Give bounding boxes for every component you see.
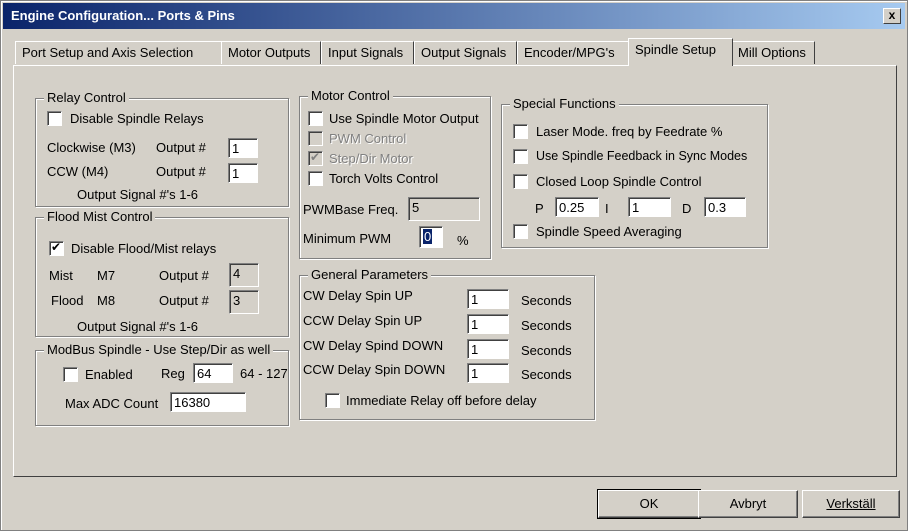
modbus-title: ModBus Spindle - Use Step/Dir as well [44,342,274,357]
max-adc-field[interactable]: 16380 [170,392,246,412]
flood-output-field[interactable]: 3 [229,290,259,314]
pwm-base-field[interactable]: 5 [408,197,480,221]
closed-loop-label: Closed Loop Spindle Control [536,174,702,189]
pwm-control-checkbox[interactable] [308,131,323,146]
flood-label: Flood [51,293,84,308]
ccw-spin-down-field[interactable]: 1 [467,363,509,383]
tab-spindle-setup[interactable]: Spindle Setup [628,38,733,66]
tab-output-signals[interactable]: Output Signals [414,41,517,64]
relay-signals-note: Output Signal #'s 1-6 [77,187,198,202]
i-label: I [605,201,609,216]
flood-signals-note: Output Signal #'s 1-6 [77,319,198,334]
pwm-control-label: PWM Control [329,131,407,146]
min-pwm-field[interactable]: 0 [419,226,443,248]
reg-field[interactable]: 64 [193,363,233,383]
ccw-label: CCW (M4) [47,164,109,179]
ccw-spin-down-label: CCW Delay Spin DOWN [303,362,446,377]
flood-code: M8 [97,293,116,308]
ccw-spin-up-field[interactable]: 1 [467,314,509,334]
laser-mode-label: Laser Mode. freq by Feedrate % [536,124,723,139]
cw-output-field[interactable]: 1 [228,138,258,158]
motor-control-title: Motor Control [308,88,393,103]
cw-spin-down-label: CW Delay Spind DOWN [303,338,444,353]
modbus-group: ModBus Spindle - Use Step/Dir as well [35,342,289,426]
close-button[interactable]: x [883,8,901,24]
spindle-feedback-checkbox[interactable] [513,149,528,164]
dialog-window: Engine Configuration... Ports & Pins x P… [0,0,908,531]
d-field[interactable]: 0.3 [704,197,746,217]
p-field[interactable]: 0.25 [555,197,599,217]
min-pwm-label: Minimum PWM [303,231,392,246]
reg-range: 64 - 127 [240,366,288,381]
torch-volts-checkbox[interactable] [308,171,323,186]
flood-mist-title: Flood Mist Control [44,209,156,224]
speed-averaging-label: Spindle Speed Averaging [536,224,682,239]
cw-spin-up-unit: Seconds [521,293,572,308]
use-spindle-motor-label: Use Spindle Motor Output [329,111,479,126]
speed-averaging-checkbox[interactable] [513,224,528,239]
tab-motor-outputs[interactable]: Motor Outputs [221,41,321,64]
p-label: P [535,201,544,216]
apply-button[interactable]: Verkställ [802,490,900,518]
laser-mode-checkbox[interactable] [513,124,528,139]
cw-spin-down-field[interactable]: 1 [467,339,509,359]
ccw-spin-up-unit: Seconds [521,318,572,333]
disable-flood-mist-checkbox[interactable] [49,240,64,256]
spindle-feedback-label: Use Spindle Feedback in Sync Modes [536,149,748,163]
min-pwm-value: 0 [423,229,433,244]
mist-output-field[interactable]: 4 [229,263,259,287]
window-title: Engine Configuration... Ports & Pins [11,8,235,23]
tab-input-signals[interactable]: Input Signals [321,41,414,64]
torch-volts-label: Torch Volts Control [329,171,439,186]
cancel-button[interactable]: Avbryt [698,490,798,518]
pwm-base-label: PWMBase Freq. [303,202,399,217]
closed-loop-checkbox[interactable] [513,174,528,189]
i-field[interactable]: 1 [628,197,671,217]
min-pwm-percent: % [457,233,469,248]
flood-output-label: Output # [159,293,209,308]
cw-spin-up-field[interactable]: 1 [467,289,509,309]
step-dir-checkbox[interactable] [308,150,323,166]
mist-code: M7 [97,268,116,283]
relay-control-title: Relay Control [44,90,129,105]
ccw-spin-up-label: CCW Delay Spin UP [303,313,423,328]
tab-encoder-mpg[interactable]: Encoder/MPG's [517,41,634,64]
ccw-output-label: Output # [156,164,206,179]
mist-output-label: Output # [159,268,209,283]
cw-output-label: Output # [156,140,206,155]
ok-button[interactable]: OK [597,489,701,519]
disable-flood-mist-label: Disable Flood/Mist relays [71,241,217,256]
clockwise-label: Clockwise (M3) [47,140,136,155]
cw-spin-up-label: CW Delay Spin UP [303,288,413,303]
immediate-relay-label: Immediate Relay off before delay [346,393,537,408]
special-functions-title: Special Functions [510,96,619,111]
ccw-spin-down-unit: Seconds [521,367,572,382]
tab-mill-options[interactable]: Mill Options [731,41,815,64]
reg-label: Reg [161,366,185,381]
mist-label: Mist [49,268,73,283]
d-label: D [682,201,692,216]
immediate-relay-checkbox[interactable] [325,393,340,408]
title-bar[interactable]: Engine Configuration... Ports & Pins x [3,3,905,29]
ccw-output-field[interactable]: 1 [228,163,258,183]
tab-port-setup[interactable]: Port Setup and Axis Selection [15,41,225,64]
modbus-enabled-checkbox[interactable] [63,367,78,382]
step-dir-label: Step/Dir Motor [329,151,413,166]
modbus-enabled-label: Enabled [85,367,133,382]
disable-spindle-relays-label: Disable Spindle Relays [70,111,204,126]
use-spindle-motor-checkbox[interactable] [308,111,323,126]
general-parameters-title: General Parameters [308,267,432,282]
max-adc-label: Max ADC Count [65,396,159,411]
cw-spin-down-unit: Seconds [521,343,572,358]
disable-spindle-relays-checkbox[interactable] [47,111,62,126]
